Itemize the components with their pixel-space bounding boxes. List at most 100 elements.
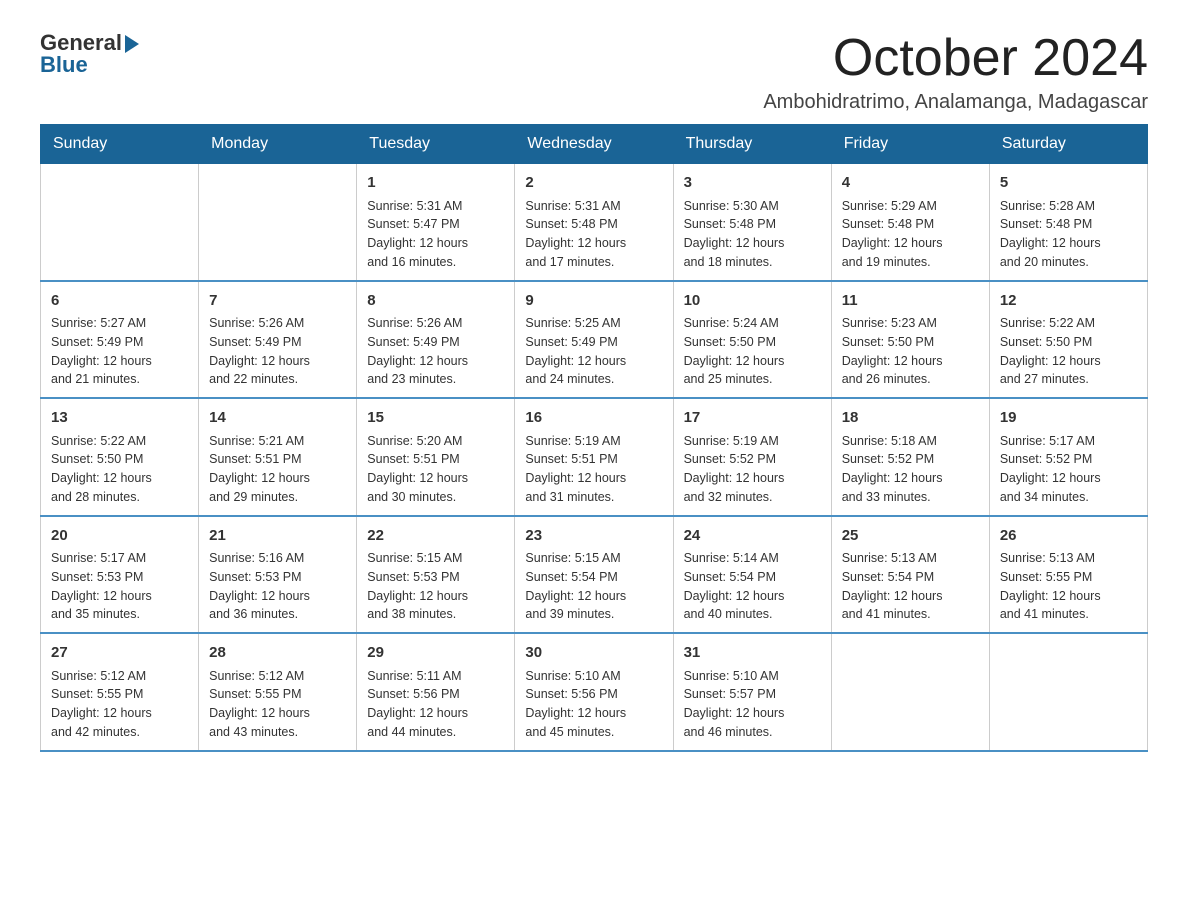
day-number: 18 xyxy=(842,407,979,430)
day-number: 10 xyxy=(684,290,821,313)
day-info-line: Sunrise: 5:13 AM xyxy=(842,549,979,568)
day-info-line: and 40 minutes. xyxy=(684,605,821,624)
weekday-header-friday: Friday xyxy=(831,125,989,164)
calendar-cell: 19Sunrise: 5:17 AMSunset: 5:52 PMDayligh… xyxy=(989,398,1147,516)
day-info-line: Daylight: 12 hours xyxy=(367,234,504,253)
logo-blue-text: Blue xyxy=(40,52,88,78)
day-info-line: Sunset: 5:55 PM xyxy=(209,685,346,704)
day-info-line: Daylight: 12 hours xyxy=(842,234,979,253)
day-info-line: Daylight: 12 hours xyxy=(367,469,504,488)
day-number: 4 xyxy=(842,172,979,195)
day-number: 13 xyxy=(51,407,188,430)
day-info-line: and 17 minutes. xyxy=(525,253,662,272)
day-info-line: Sunrise: 5:19 AM xyxy=(525,432,662,451)
day-info-line: Sunset: 5:47 PM xyxy=(367,215,504,234)
day-info-line: Sunrise: 5:15 AM xyxy=(525,549,662,568)
day-info-line: Daylight: 12 hours xyxy=(842,587,979,606)
calendar-cell xyxy=(989,633,1147,751)
day-info-line: and 25 minutes. xyxy=(684,370,821,389)
day-info-line: Sunset: 5:55 PM xyxy=(51,685,188,704)
day-info-line: Sunrise: 5:22 AM xyxy=(51,432,188,451)
day-number: 28 xyxy=(209,642,346,665)
day-info-line: Sunset: 5:48 PM xyxy=(1000,215,1137,234)
calendar-cell: 27 Sunrise: 5:12 AMSunset: 5:55 PMDayligh… xyxy=(41,633,199,751)
day-info-line: Sunset: 5:51 PM xyxy=(525,450,662,469)
day-info-line: Sunrise: 5:31 AM xyxy=(525,197,662,216)
day-number: 3 xyxy=(684,172,821,195)
day-info-line: Daylight: 12 hours xyxy=(525,704,662,723)
calendar-cell: 16Sunrise: 5:19 AMSunset: 5:51 PMDayligh… xyxy=(515,398,673,516)
day-info-line: Sunset: 5:54 PM xyxy=(525,568,662,587)
day-info-line: Daylight: 12 hours xyxy=(1000,469,1137,488)
day-info-line: and 30 minutes. xyxy=(367,488,504,507)
weekday-header-tuesday: Tuesday xyxy=(357,125,515,164)
day-info-line: and 29 minutes. xyxy=(209,488,346,507)
day-info-line: and 42 minutes. xyxy=(51,723,188,742)
calendar-cell: 17Sunrise: 5:19 AMSunset: 5:52 PMDayligh… xyxy=(673,398,831,516)
weekday-header-wednesday: Wednesday xyxy=(515,125,673,164)
day-number: 24 xyxy=(684,525,821,548)
calendar-table: SundayMondayTuesdayWednesdayThursdayFrid… xyxy=(40,124,1148,752)
day-info-line: Sunset: 5:53 PM xyxy=(209,568,346,587)
day-info-line: Daylight: 12 hours xyxy=(209,704,346,723)
calendar-cell: 4Sunrise: 5:29 AMSunset: 5:48 PMDaylight… xyxy=(831,164,989,281)
day-info-line: and 22 minutes. xyxy=(209,370,346,389)
day-number: 20 xyxy=(51,525,188,548)
calendar-cell: 9Sunrise: 5:25 AMSunset: 5:49 PMDaylight… xyxy=(515,281,673,399)
day-info-line: Sunrise: 5:12 AM xyxy=(51,667,188,686)
day-info-line: Daylight: 12 hours xyxy=(51,704,188,723)
day-info-line: Sunrise: 5:21 AM xyxy=(209,432,346,451)
day-info-line: Daylight: 12 hours xyxy=(367,587,504,606)
day-info-line: Sunset: 5:49 PM xyxy=(525,333,662,352)
day-info-line: and 18 minutes. xyxy=(684,253,821,272)
weekday-header-monday: Monday xyxy=(199,125,357,164)
day-info-line: Sunset: 5:52 PM xyxy=(842,450,979,469)
day-number: 26 xyxy=(1000,525,1137,548)
day-info-line: Sunrise: 5:17 AM xyxy=(1000,432,1137,451)
day-info-line: Daylight: 12 hours xyxy=(525,352,662,371)
calendar-cell: 2Sunrise: 5:31 AMSunset: 5:48 PMDaylight… xyxy=(515,164,673,281)
day-info-line: Sunrise: 5:15 AM xyxy=(367,549,504,568)
weekday-header-saturday: Saturday xyxy=(989,125,1147,164)
calendar-cell: 10Sunrise: 5:24 AMSunset: 5:50 PMDayligh… xyxy=(673,281,831,399)
calendar-week-row: 6Sunrise: 5:27 AMSunset: 5:49 PMDaylight… xyxy=(41,281,1148,399)
day-number: 29 xyxy=(367,642,504,665)
day-info-line: Daylight: 12 hours xyxy=(1000,234,1137,253)
calendar-cell: 5Sunrise: 5:28 AMSunset: 5:48 PMDaylight… xyxy=(989,164,1147,281)
calendar-cell: 26Sunrise: 5:13 AMSunset: 5:55 PMDayligh… xyxy=(989,516,1147,634)
day-info-line: Daylight: 12 hours xyxy=(525,234,662,253)
day-info-line: Sunrise: 5:17 AM xyxy=(51,549,188,568)
calendar-cell: 14Sunrise: 5:21 AMSunset: 5:51 PMDayligh… xyxy=(199,398,357,516)
day-info-line: Sunset: 5:53 PM xyxy=(51,568,188,587)
day-info-line: Daylight: 12 hours xyxy=(1000,352,1137,371)
day-info-line: Sunset: 5:54 PM xyxy=(842,568,979,587)
day-info-line: and 19 minutes. xyxy=(842,253,979,272)
calendar-cell: 1Sunrise: 5:31 AMSunset: 5:47 PMDaylight… xyxy=(357,164,515,281)
calendar-cell: 12Sunrise: 5:22 AMSunset: 5:50 PMDayligh… xyxy=(989,281,1147,399)
day-number: 6 xyxy=(51,290,188,313)
day-info-line: and 36 minutes. xyxy=(209,605,346,624)
day-info-line: Daylight: 12 hours xyxy=(684,704,821,723)
weekday-header-thursday: Thursday xyxy=(673,125,831,164)
weekday-header-row: SundayMondayTuesdayWednesdayThursdayFrid… xyxy=(41,125,1148,164)
day-info-line: Sunrise: 5:26 AM xyxy=(367,314,504,333)
day-info-line: Sunset: 5:49 PM xyxy=(209,333,346,352)
day-info-line: Sunset: 5:56 PM xyxy=(367,685,504,704)
day-info-line: Sunrise: 5:18 AM xyxy=(842,432,979,451)
day-info-line: and 28 minutes. xyxy=(51,488,188,507)
day-info-line: Sunset: 5:49 PM xyxy=(367,333,504,352)
day-number: 27 xyxy=(51,642,188,665)
day-info-line: Sunset: 5:48 PM xyxy=(842,215,979,234)
weekday-header-sunday: Sunday xyxy=(41,125,199,164)
day-info-line: and 33 minutes. xyxy=(842,488,979,507)
day-info-line: Daylight: 12 hours xyxy=(209,352,346,371)
day-info-line: and 46 minutes. xyxy=(684,723,821,742)
day-info-line: Daylight: 12 hours xyxy=(684,352,821,371)
day-info-line: Sunset: 5:49 PM xyxy=(51,333,188,352)
day-info-line: Sunrise: 5:11 AM xyxy=(367,667,504,686)
day-info-line: Daylight: 12 hours xyxy=(209,587,346,606)
day-info-line: Sunset: 5:57 PM xyxy=(684,685,821,704)
day-info-line: Daylight: 12 hours xyxy=(209,469,346,488)
day-info-line: Daylight: 12 hours xyxy=(367,352,504,371)
day-number: 22 xyxy=(367,525,504,548)
